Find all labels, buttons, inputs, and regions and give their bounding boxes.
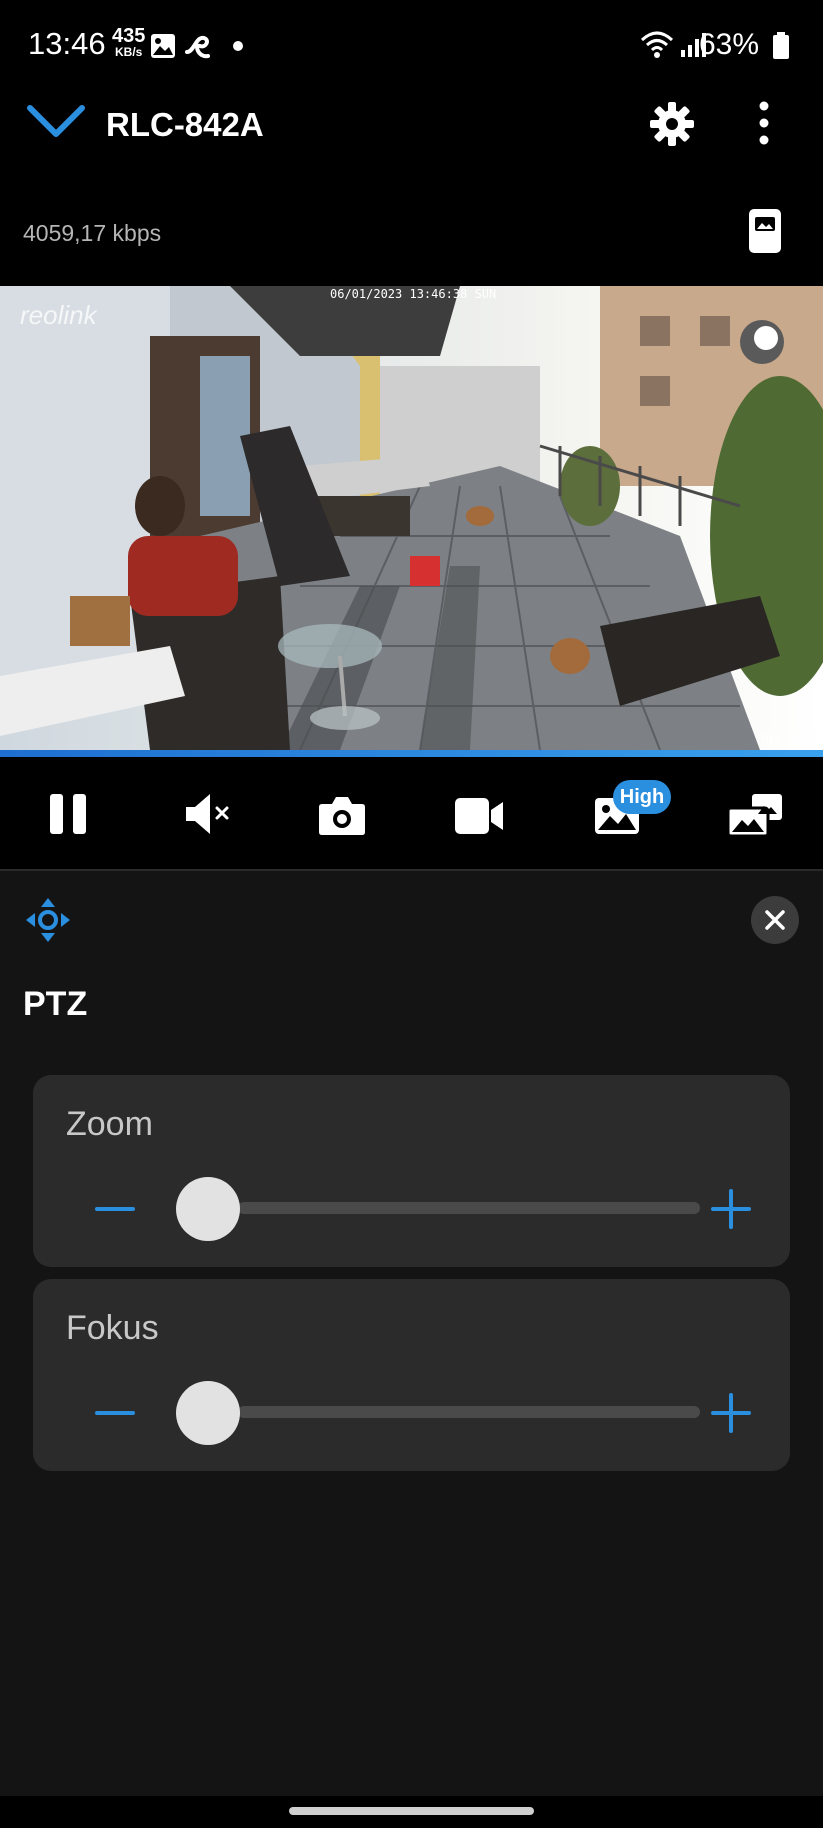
quality-badge: High (613, 780, 671, 814)
notification-dot-icon (233, 41, 243, 51)
network-speed: 435 KB/s (112, 26, 145, 58)
zoom-control-card: Zoom (33, 1075, 790, 1267)
camera-title: RLC-842A (106, 106, 264, 143)
stream-progress-line (0, 750, 823, 757)
playback-toolbar (0, 757, 823, 869)
collapse-chevron-icon[interactable] (26, 100, 86, 144)
zoom-out-minus-icon[interactable] (95, 1189, 135, 1229)
focus-slider-track[interactable] (238, 1406, 700, 1418)
close-icon (765, 910, 785, 930)
more-options-icon[interactable] (752, 98, 776, 148)
camera-timestamp: 06/01/2023 13:46:38 SUN (330, 287, 497, 301)
status-time: 13:46 (28, 26, 106, 61)
focus-plus-icon[interactable] (709, 1391, 753, 1435)
battery-level: 63% (698, 28, 759, 61)
close-ptz-button[interactable] (751, 896, 799, 944)
multi-view-icon[interactable] (726, 792, 784, 838)
camera-scene (0, 286, 823, 750)
zoom-slider-thumb[interactable] (176, 1177, 240, 1241)
settings-gear-icon[interactable] (648, 100, 696, 148)
app-notification-icon (185, 35, 210, 59)
focus-control-card: Fokus (33, 1279, 790, 1471)
video-record-icon[interactable] (454, 796, 504, 836)
status-bar: 13:46 435 KB/s 63% (0, 0, 823, 96)
speaker-muted-icon[interactable] (184, 792, 234, 836)
zoom-in-plus-icon[interactable] (709, 1187, 753, 1231)
wifi-icon (640, 31, 674, 58)
picture-in-picture-icon[interactable] (748, 208, 782, 254)
battery-icon (773, 32, 789, 59)
ptz-title: PTZ (23, 985, 88, 1023)
pause-icon[interactable] (48, 792, 88, 836)
focus-label: Fokus (66, 1309, 159, 1347)
zoom-label: Zoom (66, 1105, 153, 1143)
camera-snapshot-icon[interactable] (318, 794, 366, 836)
camera-name-overlay: RLC-842A (761, 732, 819, 746)
home-indicator[interactable] (289, 1807, 534, 1815)
focus-minus-icon[interactable] (95, 1393, 135, 1433)
camera-brand-watermark: reolink (20, 300, 97, 330)
zoom-slider-track[interactable] (238, 1202, 700, 1214)
focus-slider-thumb[interactable] (176, 1381, 240, 1445)
ptz-move-icon (26, 898, 70, 942)
network-speed-value: 435 (112, 25, 146, 47)
bitrate-label: 4059,17 kbps (23, 220, 162, 246)
live-video[interactable] (0, 286, 823, 750)
network-speed-unit: KB/s (115, 45, 143, 59)
gallery-icon (151, 34, 175, 58)
